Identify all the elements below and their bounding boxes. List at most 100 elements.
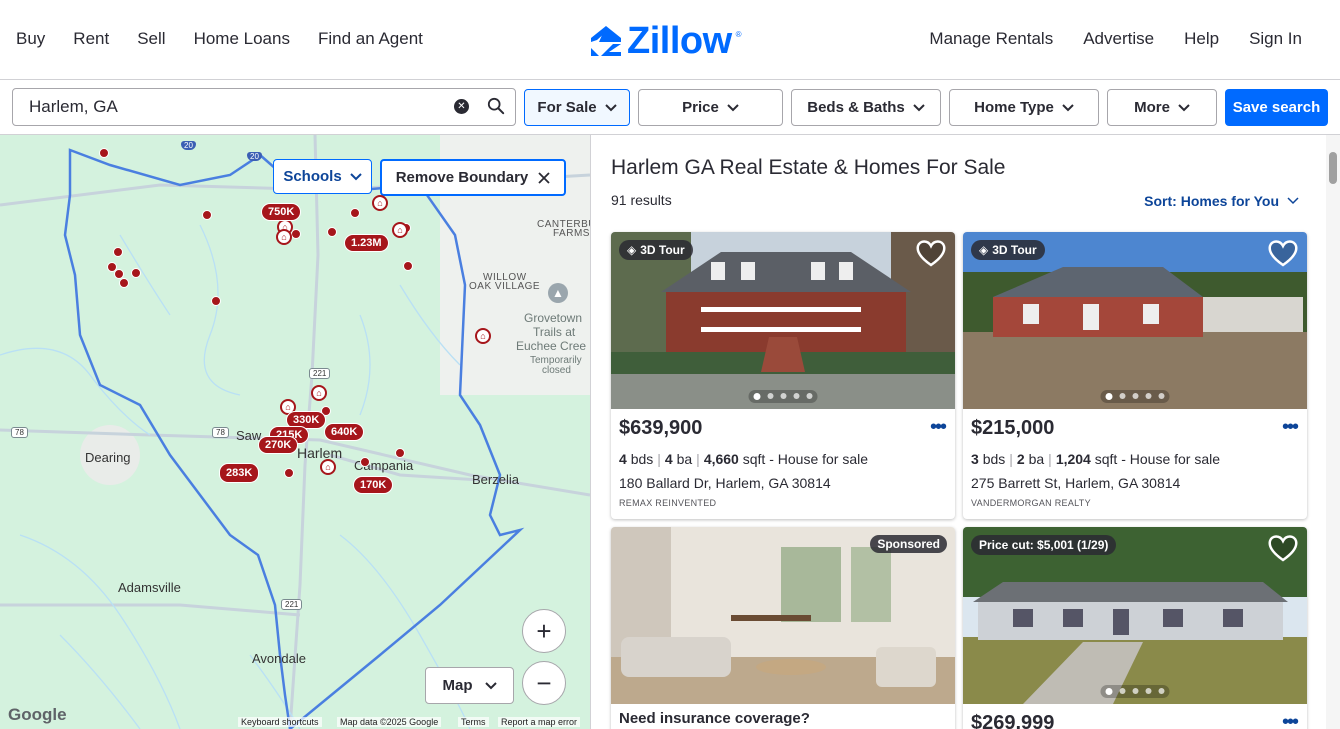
for-sale-filter[interactable]: For Sale [524,89,630,126]
nav-sign-in[interactable]: Sign In [1249,29,1302,49]
more-options-icon[interactable]: ••• [930,417,947,437]
home-type-label: Home Type [974,99,1054,116]
house-pin-icon[interactable]: ⌂ [392,222,408,238]
more-options-icon[interactable]: ••• [1282,417,1299,437]
price-cut-badge: Price cut: $5,001 (1/29) [971,535,1117,555]
highway-shield: 221 [309,368,331,379]
beds-unit: bds [982,451,1006,467]
home-type-filter[interactable]: Home Type [949,89,1099,126]
listing-dot[interactable] [403,261,413,271]
zillow-logo-icon [591,26,621,56]
nav-buy[interactable]: Buy [16,29,45,49]
results-scrollbar[interactable] [1326,135,1340,729]
sponsored-title[interactable]: Need insurance coverage? [619,710,810,727]
nav-rent[interactable]: Rent [73,29,109,49]
price-pin[interactable]: 750K [261,203,302,221]
listing-photo[interactable]: ◈ 3D Tour [611,232,955,409]
poi-marker-icon[interactable]: ▲ [548,283,568,303]
map-type-toggle[interactable]: Map [425,667,514,704]
zillow-logo[interactable]: Zillow ® [589,22,742,60]
listing-photo[interactable]: ◈ 3D Tour [963,232,1307,409]
photo-carousel-dots[interactable] [1100,390,1170,403]
price-pin[interactable]: 1.23M [344,234,389,252]
heart-icon[interactable] [915,238,947,268]
clear-search-icon[interactable]: ✕ [454,99,469,114]
price-pin[interactable]: 270K [258,436,299,454]
report-map-error-link[interactable]: Report a map error [498,717,581,727]
listing-address[interactable]: 180 Ballard Dr, Harlem, GA 30814 [619,475,831,491]
listing-broker: REMAX REINVENTED [619,498,717,508]
listing-photo[interactable]: Price cut: $5,001 (1/29) [963,527,1307,704]
listing-dot[interactable] [284,468,294,478]
more-options-icon[interactable]: ••• [1282,712,1299,729]
beds-baths-filter[interactable]: Beds & Baths [791,89,941,126]
save-search-button[interactable]: Save search [1225,89,1328,126]
logo-wordmark: Zillow [627,20,732,62]
zoom-out-button[interactable]: − [522,661,566,705]
listing-price: $215,000 [971,417,1055,439]
price-filter[interactable]: Price [638,89,783,126]
map-panel[interactable]: Schools Remove Boundary Dearing Harlem S… [0,135,590,729]
house-pin-icon[interactable]: ⌂ [320,459,336,475]
chevron-down-icon [604,103,617,111]
remove-boundary-button[interactable]: Remove Boundary [380,159,566,196]
schools-toggle[interactable]: Schools [273,159,372,194]
baths-value: 4 [664,451,673,467]
photo-carousel-dots[interactable] [748,390,818,403]
search-icon[interactable] [487,97,505,115]
listing-dot[interactable] [99,148,109,158]
nav-help[interactable]: Help [1184,29,1219,49]
more-filter[interactable]: More [1107,89,1217,126]
house-pin-icon[interactable]: ⌂ [372,195,388,211]
chevron-down-icon [1062,103,1074,111]
listing-dot[interactable] [202,210,212,220]
price-pin[interactable]: 283K [219,463,260,483]
price-label: Price [682,99,719,116]
nav-advertise[interactable]: Advertise [1083,29,1154,49]
poi-grovetown-2: Trails at [533,325,576,339]
nav-home-loans[interactable]: Home Loans [194,29,290,49]
house-pin-icon[interactable]: ⌂ [475,328,491,344]
listing-card[interactable]: ◈ 3D Tour $639,900 ••• 4 bds | 4 ba | 4,660 s… [611,232,955,519]
house-pin-icon[interactable]: ⌂ [276,229,292,245]
more-label: More [1134,99,1170,116]
remove-boundary-label: Remove Boundary [395,169,529,186]
listing-card[interactable]: ◈ 3D Tour $215,000 ••• 3 bds | 2 ba | 1,204 s… [963,232,1307,519]
listing-dot[interactable] [360,457,370,467]
listing-dot[interactable] [131,268,141,278]
listing-dot[interactable] [211,296,221,306]
listing-dot[interactable] [113,247,123,257]
keyboard-shortcuts-link[interactable]: Keyboard shortcuts [238,717,322,727]
search-box: ✕ [12,88,516,126]
sort-dropdown[interactable]: Sort: Homes for You [1144,193,1299,209]
price-pin[interactable]: 170K [353,476,394,494]
search-input[interactable] [29,97,515,117]
nav-find-agent[interactable]: Find an Agent [318,29,423,49]
results-title: Harlem GA Real Estate & Homes For Sale [611,156,1006,179]
for-sale-label: For Sale [537,99,597,116]
schools-label: Schools [283,168,342,185]
sqft-unit: sqft - House for sale [742,451,869,467]
sponsored-card[interactable]: Sponsored Need insurance coverage? [611,527,955,729]
listing-dot[interactable] [327,227,337,237]
zoom-in-button[interactable]: + [522,609,566,653]
nav-manage-rentals[interactable]: Manage Rentals [929,29,1053,49]
sponsored-photo[interactable]: Sponsored [611,527,955,704]
scrollbar-thumb[interactable] [1329,152,1337,184]
price-pin[interactable]: 640K [324,423,365,441]
listing-dot[interactable] [291,229,301,239]
heart-icon[interactable] [1267,238,1299,268]
nav-sell[interactable]: Sell [137,29,165,49]
photo-carousel-dots[interactable] [1100,685,1170,698]
map-type-label: Map [442,677,473,694]
listing-card[interactable]: Price cut: $5,001 (1/29) $269,999 ••• [963,527,1307,729]
house-pin-icon[interactable]: ⌂ [311,385,327,401]
heart-icon[interactable] [1267,533,1299,563]
terms-link[interactable]: Terms [458,717,489,727]
chevron-down-icon [913,103,925,111]
place-harlem: Harlem [297,445,343,461]
listing-address[interactable]: 275 Barrett St, Harlem, GA 30814 [971,475,1180,491]
listing-dot[interactable] [395,448,405,458]
listing-dot[interactable] [119,278,129,288]
listing-dot[interactable] [350,208,360,218]
